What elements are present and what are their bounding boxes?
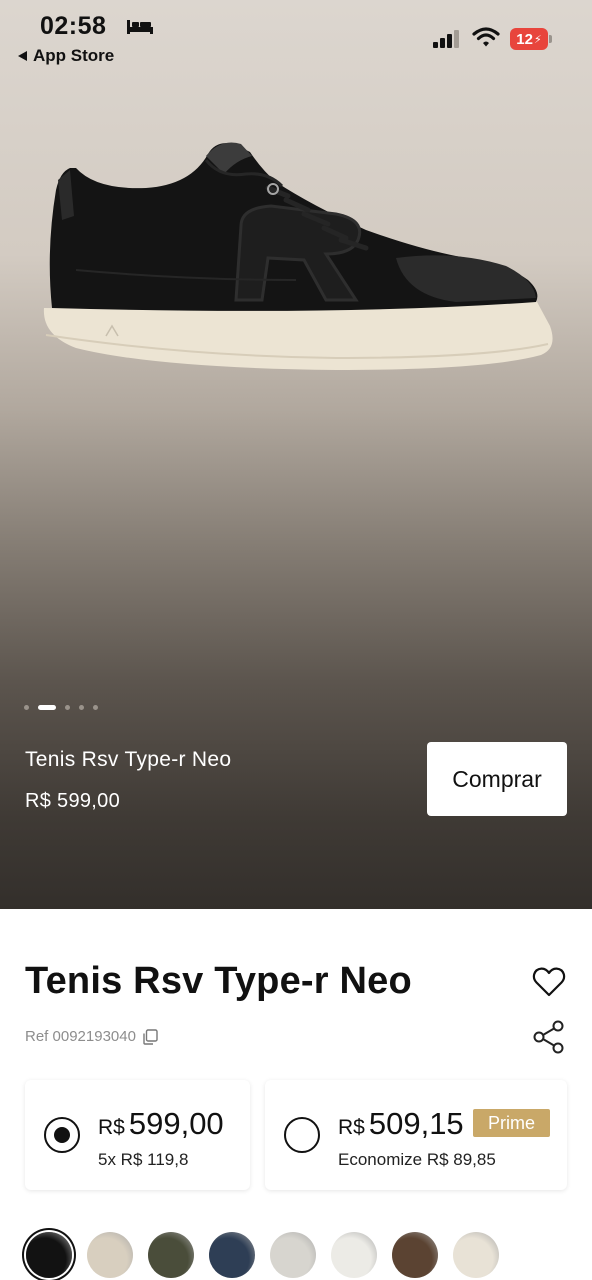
carousel-dot[interactable]: [24, 705, 29, 710]
radio-unselected[interactable]: [284, 1117, 320, 1153]
radio-selected[interactable]: [44, 1117, 80, 1153]
back-arrow-icon: [18, 51, 27, 61]
status-bar: 02:58 App Store 12 ⚡: [0, 0, 592, 72]
buy-button[interactable]: Comprar: [427, 742, 567, 816]
installments-text: 5x R$ 119,8: [98, 1150, 189, 1169]
color-swatch-black[interactable]: [26, 1232, 72, 1278]
carousel-dot[interactable]: [65, 705, 70, 710]
color-swatch-light-grey[interactable]: [270, 1232, 316, 1278]
color-swatch-navy[interactable]: [209, 1232, 255, 1278]
wifi-icon: [472, 27, 500, 47]
price-option-price: R$ 599,00: [98, 1106, 224, 1142]
color-swatch-cream[interactable]: [453, 1232, 499, 1278]
hero-banner: 02:58 App Store 12 ⚡ Tenis Rsv Type-r Ne…: [0, 0, 592, 909]
copy-icon[interactable]: [142, 1028, 158, 1045]
carousel-dot[interactable]: [79, 705, 84, 710]
color-swatches: [26, 1232, 499, 1278]
bed-icon: [127, 20, 153, 34]
cellular-signal-icon: [433, 30, 459, 48]
product-ref: Ref 0092193040: [25, 1028, 158, 1045]
carousel-indicator[interactable]: [24, 705, 98, 710]
price-amount: 509,15: [368, 1106, 464, 1141]
savings-text: Economize R$ 89,85: [338, 1150, 496, 1169]
price-option-price: R$ 509,15: [338, 1106, 464, 1142]
currency-label: R$: [338, 1116, 365, 1139]
color-swatch-beige[interactable]: [87, 1232, 133, 1278]
price-amount: 599,00: [128, 1106, 224, 1141]
color-swatch-brown[interactable]: [392, 1232, 438, 1278]
color-swatch-olive[interactable]: [148, 1232, 194, 1278]
price-option-prime[interactable]: R$ 509,15 Prime Economize R$ 89,85: [265, 1080, 567, 1190]
carousel-dot-active[interactable]: [38, 705, 56, 710]
share-icon[interactable]: [532, 1020, 566, 1054]
currency-label: R$: [98, 1116, 125, 1139]
battery-icon: 12 ⚡: [510, 28, 552, 50]
product-image[interactable]: [36, 130, 566, 380]
color-swatch-off-white[interactable]: [331, 1232, 377, 1278]
product-title: Tenis Rsv Type-r Neo: [25, 960, 412, 1002]
battery-level: 12: [516, 30, 533, 48]
prime-badge: Prime: [473, 1109, 550, 1137]
carousel-dot[interactable]: [93, 705, 98, 710]
price-option-full[interactable]: R$ 599,00 5x R$ 119,8: [25, 1080, 250, 1190]
clock: 02:58: [40, 12, 107, 40]
hero-price: R$ 599,00: [25, 790, 120, 812]
back-to-app-store[interactable]: App Store: [18, 46, 114, 66]
hero-product-name: Tenis Rsv Type-r Neo: [25, 748, 232, 771]
back-label: App Store: [33, 46, 115, 65]
favorite-heart-icon[interactable]: [532, 966, 566, 998]
ref-text: Ref 0092193040: [25, 1028, 136, 1045]
